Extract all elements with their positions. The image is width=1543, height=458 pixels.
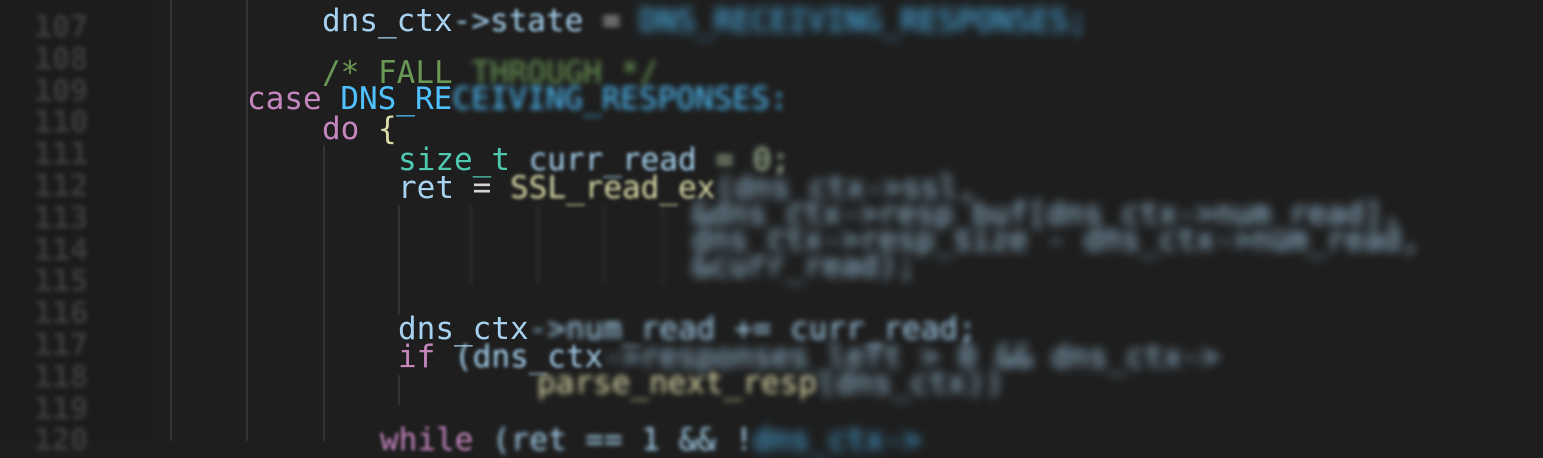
code-token: while xyxy=(380,422,474,458)
code-token: &curr_read); xyxy=(692,248,916,284)
indent-guide xyxy=(323,145,325,441)
code-token: = xyxy=(454,170,510,206)
code-token: CEIVING_RESPONSES: xyxy=(452,81,789,117)
line-number: 113 xyxy=(34,200,89,236)
line-number: 115 xyxy=(34,264,89,300)
indent-guide xyxy=(470,205,472,285)
code-token: SSL_read_ex xyxy=(510,170,716,206)
code-token: if xyxy=(398,339,436,375)
code-token: parse_next_resp xyxy=(537,365,817,401)
code-token: case xyxy=(247,81,322,117)
code-line-110: do { xyxy=(322,114,397,145)
code-token: (dns_ctx)) xyxy=(816,365,1004,401)
indent-guide xyxy=(398,375,400,405)
code-token: dns_ctx xyxy=(322,3,453,39)
code-token: = xyxy=(583,3,640,39)
line-number: 107 xyxy=(34,10,89,45)
indent-guide xyxy=(662,205,664,285)
line-number: 117 xyxy=(34,328,89,363)
indent-guide xyxy=(537,205,539,285)
code-token: ret xyxy=(398,170,454,206)
line-number: 112 xyxy=(34,169,89,204)
code-line-115: &curr_read); xyxy=(692,251,916,282)
line-number: 119 xyxy=(34,391,89,427)
indent-guide xyxy=(170,0,172,441)
line-number: 111 xyxy=(34,137,89,173)
code-token: (ret == 1 && ! xyxy=(473,422,754,458)
line-number: 114 xyxy=(34,232,89,268)
code-token: DNS_RECEIVING_RESPONSES; xyxy=(639,3,1088,39)
code-line-107: dns_ctx->state = DNS_RECEIVING_RESPONSES… xyxy=(322,6,1087,37)
line-number: 118 xyxy=(34,359,89,395)
code-token: do xyxy=(322,111,360,147)
line-number: 109 xyxy=(34,73,89,109)
indent-guide xyxy=(246,0,248,441)
code-line-118: parse_next_resp(dns_ctx)) xyxy=(537,368,1004,399)
indent-guide xyxy=(398,205,400,315)
code-token: dns_ctx-> xyxy=(753,422,922,458)
code-token: ->state xyxy=(452,3,584,39)
line-number: 116 xyxy=(34,296,89,332)
indent-guide xyxy=(603,205,605,285)
code-token: { xyxy=(359,111,397,147)
line-number: 110 xyxy=(34,105,89,141)
line-number: 108 xyxy=(34,41,89,77)
